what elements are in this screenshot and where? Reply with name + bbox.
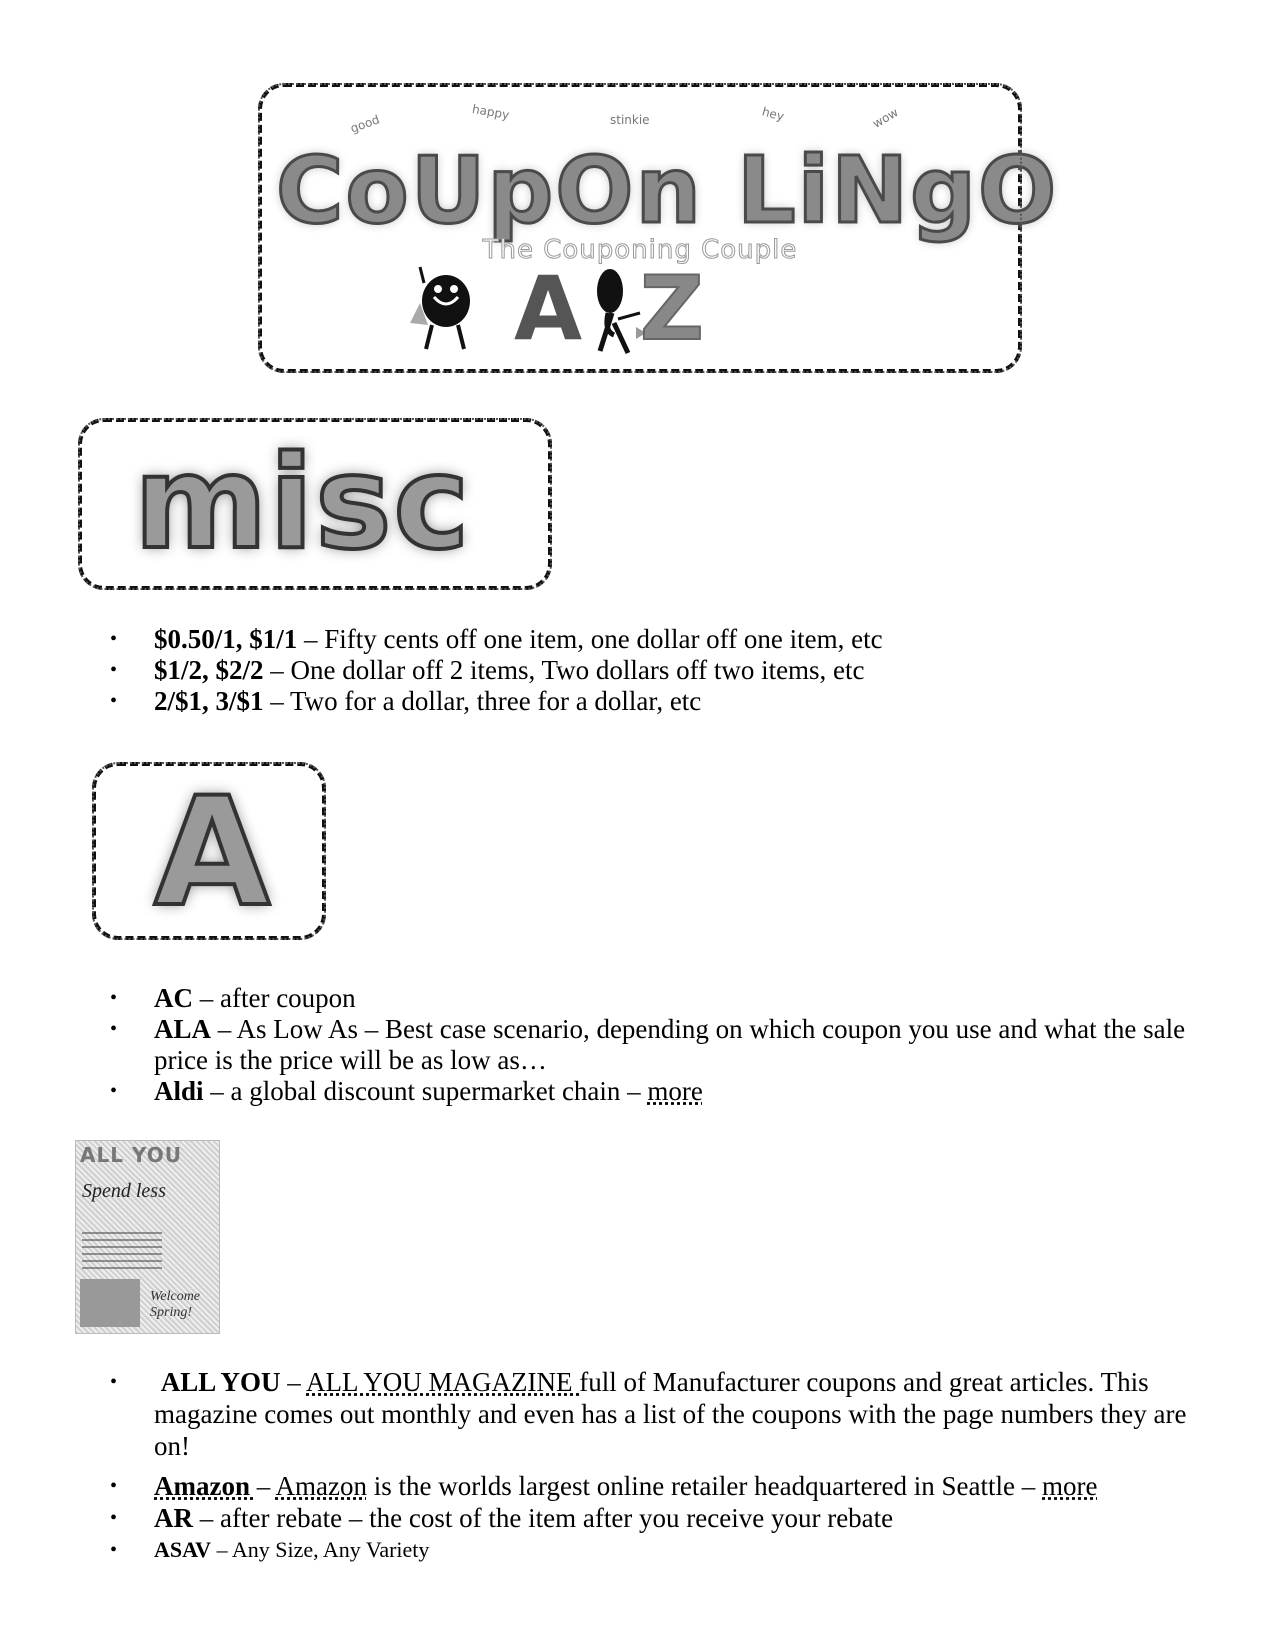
list-item: Aldi – a global discount supermarket cha… xyxy=(100,1076,1220,1107)
list-item: Amazon – Amazon is the worlds largest on… xyxy=(100,1470,1220,1502)
amazon-link[interactable]: Amazon xyxy=(276,1471,367,1501)
misc-term-list: $0.50/1, $1/1 – Fifty cents off one item… xyxy=(100,624,1200,717)
list-item: ASAV – Any Size, Any Variety xyxy=(100,1534,1220,1566)
term-definition: – Fifty cents off one item, one dollar o… xyxy=(297,624,883,654)
amazon-more-link[interactable]: more xyxy=(1042,1471,1097,1501)
term-definition: – after coupon xyxy=(193,983,356,1013)
list-item: $1/2, $2/2 – One dollar off 2 items, Two… xyxy=(100,655,1200,686)
all-you-magazine-cover-image: ALL YOU Spend less Welcome Spring! xyxy=(75,1140,220,1334)
magazine-masthead: ALL YOU xyxy=(80,1143,182,1167)
term-definition: – a global discount supermarket chain – xyxy=(203,1076,648,1106)
banner-title: CoUpOn LiNgO xyxy=(275,137,1059,244)
term-definition: – Two for a dollar, three for a dollar, … xyxy=(263,686,702,716)
term-definition: is the worlds largest online retailer he… xyxy=(366,1471,1043,1501)
term-separator: – xyxy=(280,1367,307,1397)
list-item: ALA – As Low As – Best case scenario, de… xyxy=(100,1014,1220,1076)
decorative-word: wow xyxy=(870,105,901,131)
list-item: AR – after rebate – the cost of the item… xyxy=(100,1502,1220,1534)
list-item: ALL YOU – ALL YOU MAGAZINE full of Manuf… xyxy=(100,1366,1220,1462)
term-label: AC xyxy=(154,983,193,1013)
list-item: 2/$1, 3/$1 – Two for a dollar, three for… xyxy=(100,686,1200,717)
term-label: ALA xyxy=(154,1014,212,1044)
section-heading-a-text: A xyxy=(152,766,272,940)
decorative-word: happy xyxy=(471,101,511,123)
banner-letter-z: Z xyxy=(639,257,705,360)
magazine-text-lines xyxy=(82,1229,162,1269)
banner-letter-a: A xyxy=(514,257,583,360)
section-heading-a: A xyxy=(92,762,326,940)
term-label: 2/$1, 3/$1 xyxy=(154,686,264,716)
term-separator: – xyxy=(256,1471,276,1501)
term-label: ASAV xyxy=(154,1537,212,1562)
term-definition: – One dollar off 2 items, Two dollars of… xyxy=(263,655,865,685)
term-definition: – As Low As – Best case scenario, depend… xyxy=(154,1014,1186,1075)
list-item: AC – after coupon xyxy=(100,983,1220,1014)
term-definition: – Any Size, Any Variety xyxy=(211,1537,430,1562)
mascot-coupon-character-icon xyxy=(410,266,470,350)
decorative-word: hey xyxy=(760,104,786,124)
all-you-magazine-link[interactable]: ALL YOU MAGAZINE xyxy=(306,1367,579,1397)
amazon-term-link[interactable]: Amazon xyxy=(154,1471,257,1501)
section-heading-misc-text: misc xyxy=(132,429,472,578)
coupon-lingo-banner: good happy stinkie hey wow CoUpOn LiNgO … xyxy=(258,83,1059,373)
a-term-list-continued: ALL YOU – ALL YOU MAGAZINE full of Manuf… xyxy=(100,1366,1220,1566)
section-heading-misc: misc xyxy=(78,418,552,590)
decorative-word: good xyxy=(348,112,382,136)
magazine-photo-block xyxy=(80,1279,140,1327)
decorative-word: stinkie xyxy=(610,113,650,127)
term-label: $0.50/1, $1/1 xyxy=(154,624,298,654)
magazine-footer-text: Welcome Spring! xyxy=(150,1289,201,1320)
term-definition: – after rebate – the cost of the item af… xyxy=(193,1503,894,1533)
a-term-list: AC – after coupon ALA – As Low As – Best… xyxy=(100,983,1220,1107)
term-label: $1/2, $2/2 xyxy=(154,655,264,685)
list-item: $0.50/1, $1/1 – Fifty cents off one item… xyxy=(100,624,1200,655)
aldi-more-link[interactable]: more xyxy=(647,1076,702,1106)
term-label: ALL YOU xyxy=(160,1367,281,1397)
term-label: AR xyxy=(154,1503,193,1533)
term-label: Aldi xyxy=(154,1076,204,1106)
magazine-headline: Spend less xyxy=(82,1180,166,1202)
